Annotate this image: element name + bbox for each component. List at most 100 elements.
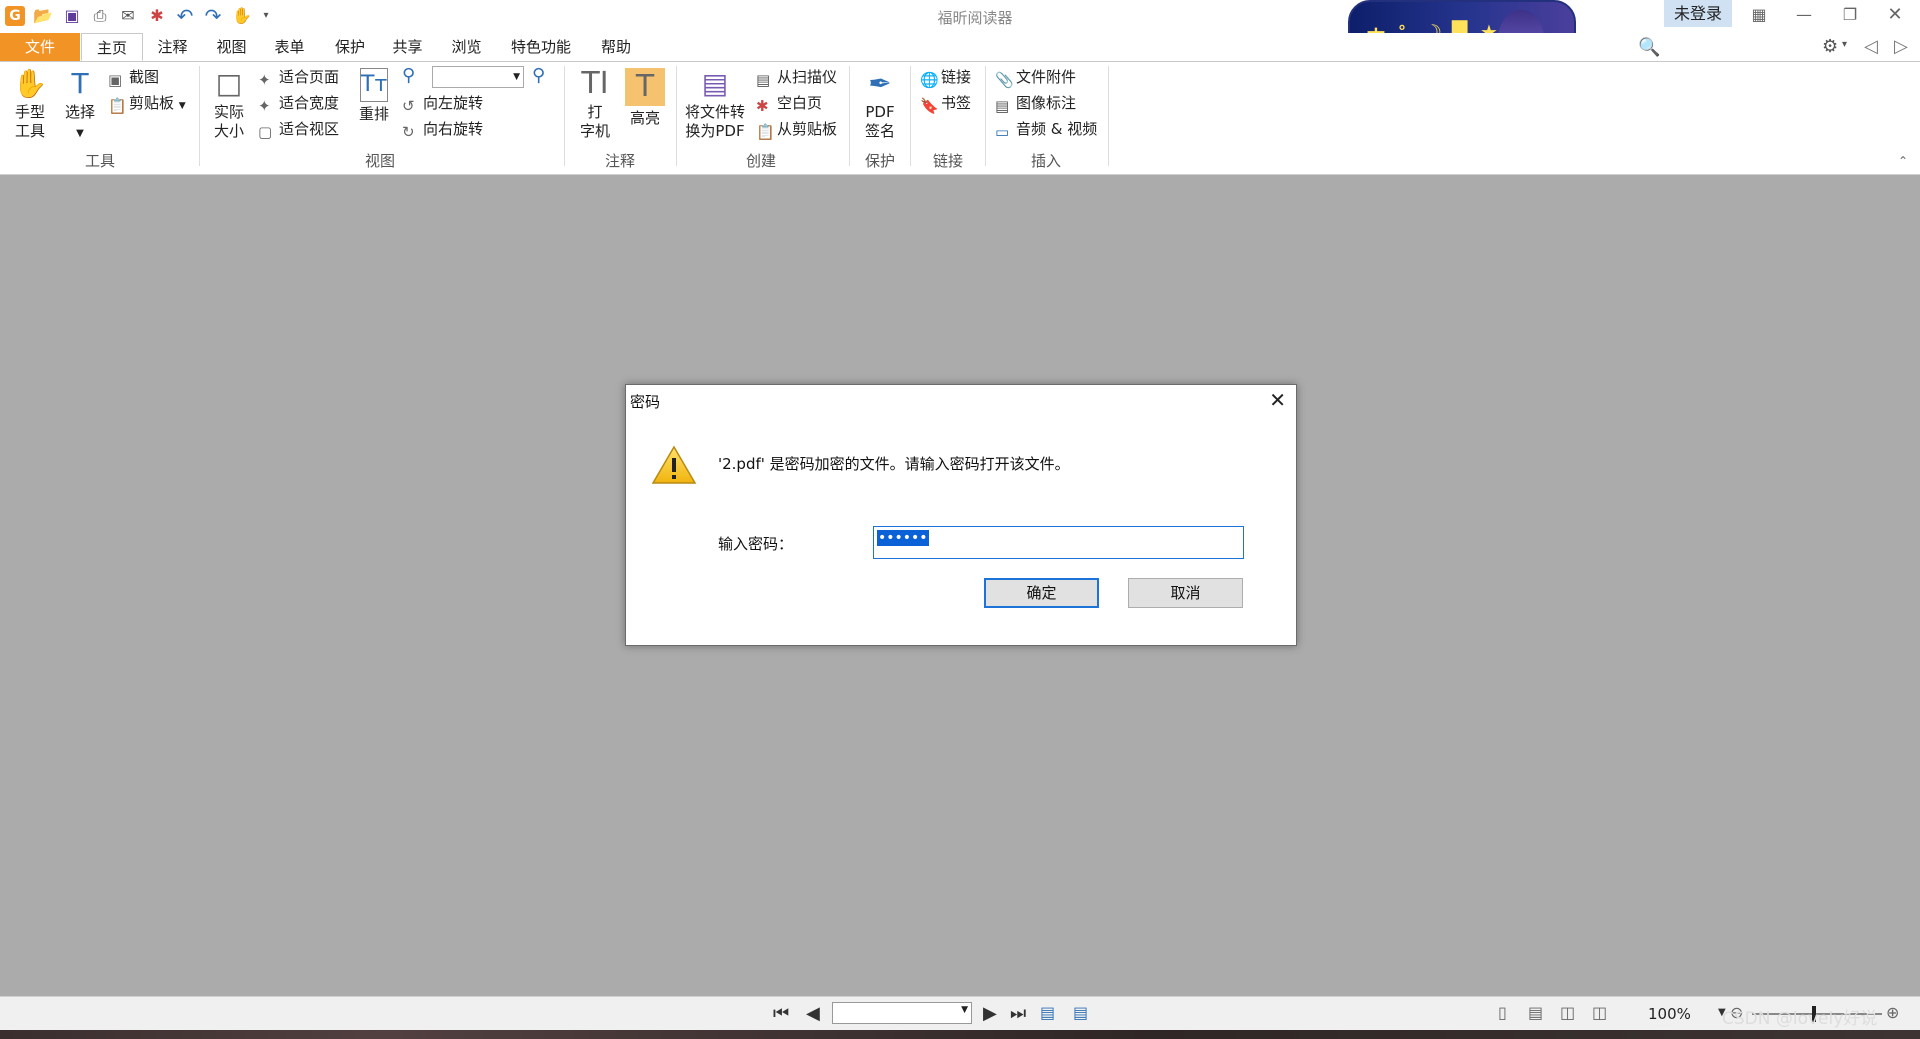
- fit-visible-button[interactable]: ▢ 适合视区: [258, 120, 339, 141]
- rotate-right-label: 向右旋转: [423, 120, 484, 138]
- link-button[interactable]: 🌐 链接: [920, 68, 971, 89]
- group-label-create: 创建: [745, 152, 776, 170]
- select-tool-label: 选择: [64, 103, 95, 121]
- login-button[interactable]: 未登录: [1664, 0, 1732, 27]
- fit-width-button[interactable]: ✦ 适合宽度: [258, 94, 339, 115]
- next-page-icon[interactable]: ▶: [983, 1003, 997, 1024]
- app-title: 福昕阅读器: [937, 9, 1013, 27]
- select-dropdown-icon: ▼: [76, 128, 84, 139]
- rotate-right-button[interactable]: ↻ 向右旋转: [402, 120, 483, 141]
- tab-form[interactable]: 表单: [262, 33, 317, 61]
- from-clipboard-button[interactable]: 📋 从剪贴板: [756, 120, 837, 141]
- tab-share[interactable]: 共享: [380, 33, 435, 61]
- bookmark-button[interactable]: 🔖 书签: [920, 94, 971, 115]
- image-annotation-button[interactable]: ▤ 图像标注: [995, 94, 1076, 115]
- attachment-icon: 📎: [995, 71, 1014, 89]
- blank-page-button[interactable]: ✱ 空白页: [756, 94, 822, 115]
- title-bar: G 📂 ▣ ⎙ ✉ ✱ ↶ ↷ ✋ ▾ 福昕阅读器 未登录 ▦ — ❐ ✕: [0, 0, 1920, 33]
- rotate-right-icon: ↻: [402, 123, 415, 141]
- tab-features[interactable]: 特色功能: [500, 33, 582, 61]
- close-window-icon[interactable]: ✕: [1881, 4, 1909, 26]
- zoom-combo-dropdown-icon[interactable]: ▼: [513, 68, 520, 86]
- zoom-in-status-icon[interactable]: ⊕: [1886, 1003, 1899, 1022]
- zoom-combo[interactable]: ▼: [432, 66, 524, 88]
- pdf-sign-label-2: 签名: [864, 122, 895, 140]
- settings-gear-icon[interactable]: ⚙: [1822, 36, 1838, 57]
- reflow-button[interactable]: Tт 重排: [354, 68, 394, 124]
- actual-size-button[interactable]: □ 实际 大小: [209, 68, 249, 141]
- cancel-button[interactable]: 取消: [1128, 578, 1243, 608]
- convert-label-1: 将文件转: [684, 103, 745, 121]
- tab-file[interactable]: 文件: [0, 33, 80, 61]
- prev-result-icon[interactable]: ◁: [1864, 36, 1878, 57]
- zoom-level[interactable]: 100%: [1648, 1005, 1691, 1023]
- collapse-ribbon-icon[interactable]: ⌃: [1898, 154, 1908, 168]
- last-page-icon[interactable]: ⏭: [1010, 1003, 1026, 1024]
- typewriter-label-2: 字机: [579, 122, 610, 140]
- rotate-left-button[interactable]: ↺ 向左旋转: [402, 94, 483, 115]
- next-result-icon[interactable]: ▷: [1894, 36, 1908, 57]
- first-page-icon[interactable]: ⏮: [773, 1003, 789, 1024]
- find-folder-icon[interactable]: 🔍: [1638, 37, 1660, 58]
- highlight-label: 高亮: [629, 109, 660, 127]
- file-attachment-button[interactable]: 📎 文件附件: [995, 68, 1076, 89]
- convert-label-2: 换为PDF: [685, 122, 745, 140]
- bookmark-icon: 🔖: [920, 97, 939, 115]
- menu-bar: 文件 主页 注释 视图 表单 保护 共享 浏览 特色功能 帮助 🔍 ⚲ ⚙ ▾ …: [0, 33, 1920, 90]
- dialog-close-icon[interactable]: ✕: [1269, 388, 1286, 412]
- password-value: ••••••: [877, 530, 929, 546]
- file-attachment-label: 文件附件: [1016, 68, 1077, 86]
- ok-button[interactable]: 确定: [984, 578, 1099, 608]
- screenshot-button[interactable]: ▣ 截图: [108, 68, 159, 89]
- audio-video-button[interactable]: ▭ 音频 & 视频: [995, 120, 1097, 141]
- settings-dropdown-icon[interactable]: ▾: [1842, 39, 1847, 50]
- convert-to-pdf-button[interactable]: ▤ 将文件转 换为PDF: [684, 68, 746, 141]
- facing-page-icon[interactable]: ◫: [1560, 1003, 1575, 1022]
- continuous-facing-icon[interactable]: ◫: [1592, 1003, 1607, 1022]
- hand-tool-button[interactable]: ✋ 手型 工具: [10, 68, 50, 141]
- hand-icon: ✋: [12, 67, 48, 100]
- restore-icon[interactable]: ❐: [1836, 4, 1864, 26]
- password-dialog: 密码 ✕ '2.pdf' 是密码加密的文件。请输入密码打开该文件。 输入密码： …: [625, 384, 1297, 646]
- tab-browse[interactable]: 浏览: [439, 33, 494, 61]
- previous-view-icon[interactable]: ▤: [1040, 1003, 1055, 1022]
- clipboard-dropdown-icon: ▼: [178, 101, 186, 111]
- foxit-reader-window: G 📂 ▣ ⎙ ✉ ✱ ↶ ↷ ✋ ▾ 福昕阅读器 未登录 ▦ — ❐ ✕ 中 …: [0, 0, 1920, 1039]
- group-label-view: 视图: [364, 152, 395, 170]
- zoom-out-icon[interactable]: ⚲: [402, 67, 415, 85]
- zoom-in-icon[interactable]: ⚲: [532, 67, 545, 85]
- ribbon-layout-icon[interactable]: ▦: [1745, 4, 1773, 26]
- fit-visible-label: 适合视区: [279, 120, 340, 138]
- page-number-input[interactable]: ▼: [832, 1002, 972, 1024]
- single-page-icon[interactable]: ▯: [1498, 1003, 1507, 1022]
- select-tool-button[interactable]: T 选择 ▼: [60, 68, 100, 143]
- highlight-button[interactable]: T 高亮: [624, 68, 666, 128]
- tab-help[interactable]: 帮助: [590, 33, 642, 61]
- tab-view[interactable]: 视图: [204, 33, 259, 61]
- blank-page-label: 空白页: [777, 94, 823, 112]
- group-label-links: 链接: [932, 152, 963, 170]
- group-label-insert: 插入: [1030, 152, 1061, 170]
- fit-page-icon: ✦: [258, 71, 271, 89]
- from-scanner-button[interactable]: ▤ 从扫描仪: [756, 68, 837, 89]
- tab-protect[interactable]: 保护: [320, 33, 380, 61]
- password-input[interactable]: ••••••: [873, 526, 1244, 559]
- convert-pdf-icon: ▤: [701, 67, 729, 100]
- tab-home[interactable]: 主页: [81, 33, 143, 61]
- prev-page-icon[interactable]: ◀: [806, 1003, 820, 1024]
- ribbon-separator: [849, 66, 850, 166]
- next-view-icon[interactable]: ▤: [1073, 1003, 1088, 1022]
- fit-page-button[interactable]: ✦ 适合页面: [258, 68, 339, 89]
- minimize-icon[interactable]: —: [1790, 4, 1818, 26]
- globe-link-icon: 🌐: [920, 71, 939, 89]
- tab-comment[interactable]: 注释: [145, 33, 200, 61]
- image-annotation-label: 图像标注: [1016, 94, 1077, 112]
- continuous-page-icon[interactable]: ▤: [1528, 1003, 1543, 1022]
- bookmark-label: 书签: [941, 94, 972, 112]
- clipboard-button[interactable]: 📋 剪贴板 ▼: [108, 94, 186, 115]
- screenshot-label: 截图: [129, 68, 160, 86]
- page-dropdown-icon[interactable]: ▼: [961, 1005, 968, 1015]
- pdf-sign-button[interactable]: ✒ PDF 签名: [856, 68, 904, 141]
- os-taskbar-edge: [0, 1030, 1920, 1039]
- typewriter-button[interactable]: TI 打 字机: [574, 68, 616, 141]
